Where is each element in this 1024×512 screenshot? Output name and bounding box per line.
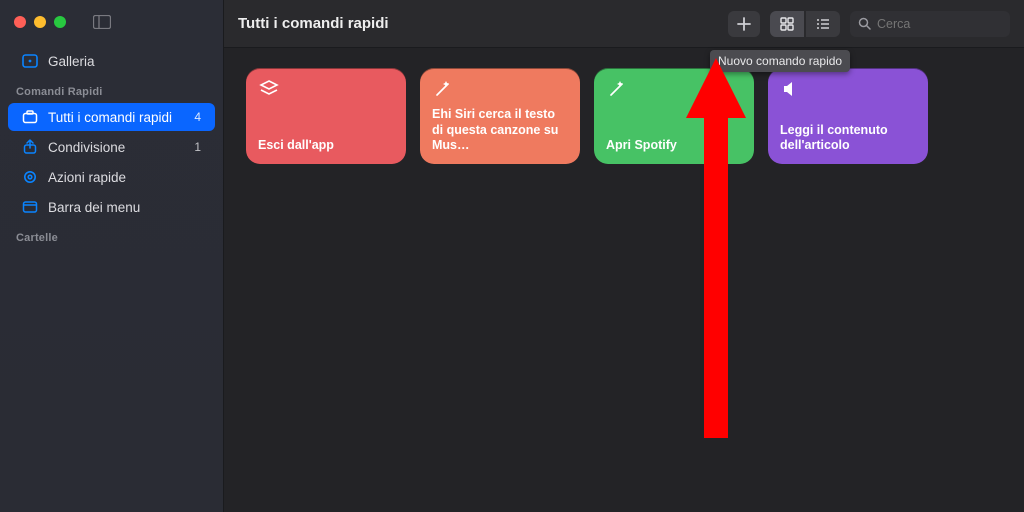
main-area: Tutti i comandi rapidi Nuovo comando rap… — [224, 0, 1024, 512]
new-shortcut-button[interactable] — [728, 11, 760, 37]
content-area: Nuovo comando rapido Esci dall'app Ehi S… — [224, 48, 1024, 512]
share-icon — [22, 139, 38, 155]
sidebar-item-sharing[interactable]: Condivisione 1 — [8, 133, 215, 161]
window-controls — [0, 8, 223, 46]
speaker-icon — [780, 78, 802, 100]
sidebar-item-label: Tutti i comandi rapidi — [48, 110, 172, 125]
wand-icon — [432, 78, 454, 100]
briefcase-icon — [22, 109, 38, 125]
search-box[interactable] — [850, 11, 1010, 37]
shortcut-card-label: Apri Spotify — [606, 138, 742, 154]
wand-icon — [606, 78, 628, 100]
sidebar-section-commands: Comandi Rapidi — [0, 76, 223, 102]
zoom-window-dot[interactable] — [54, 16, 66, 28]
sidebar-item-all-shortcuts[interactable]: Tutti i comandi rapidi 4 — [8, 103, 215, 131]
list-view-button[interactable] — [806, 11, 840, 37]
sidebar-gallery-label: Galleria — [48, 54, 95, 69]
shortcut-card[interactable]: Esci dall'app — [246, 68, 406, 164]
close-window-dot[interactable] — [14, 16, 26, 28]
shortcut-card-label: Esci dall'app — [258, 138, 394, 154]
sidebar-item-label: Azioni rapide — [48, 170, 126, 185]
sidebar-item-label: Barra dei menu — [48, 200, 140, 215]
layers-icon — [258, 78, 280, 100]
shortcut-card[interactable]: Ehi Siri cerca il testo di questa canzon… — [420, 68, 580, 164]
shortcut-card[interactable]: Leggi il contenuto dell'articolo — [768, 68, 928, 164]
shortcut-card[interactable]: Apri Spotify — [594, 68, 754, 164]
sidebar-item-quick-actions[interactable]: Azioni rapide — [8, 163, 215, 191]
sidebar-item-count: 4 — [194, 110, 201, 124]
grid-view-button[interactable] — [770, 11, 804, 37]
shortcut-card-label: Ehi Siri cerca il testo di questa canzon… — [432, 107, 568, 154]
menubar-icon — [22, 199, 38, 215]
sidebar-section-folders: Cartelle — [0, 222, 223, 248]
gear-icon — [22, 169, 38, 185]
gallery-icon — [22, 53, 38, 69]
page-title: Tutti i comandi rapidi — [238, 15, 389, 32]
shortcut-card-label: Leggi il contenuto dell'articolo — [780, 123, 916, 154]
search-icon — [858, 17, 871, 30]
sidebar-item-count: 1 — [194, 140, 201, 154]
app-window: Galleria Comandi Rapidi Tutti i comandi … — [0, 0, 1024, 512]
sidebar-gallery[interactable]: Galleria — [8, 47, 215, 75]
sidebar-item-menubar[interactable]: Barra dei menu — [8, 193, 215, 221]
plus-icon — [737, 17, 751, 31]
grid-icon — [780, 17, 794, 31]
sidebar: Galleria Comandi Rapidi Tutti i comandi … — [0, 0, 224, 512]
tooltip-new-shortcut: Nuovo comando rapido — [710, 50, 850, 72]
toggle-sidebar-button[interactable] — [88, 12, 116, 32]
minimize-window-dot[interactable] — [34, 16, 46, 28]
list-icon — [816, 17, 830, 31]
sidebar-icon — [93, 15, 111, 29]
view-mode-toggle — [770, 11, 840, 37]
toolbar: Tutti i comandi rapidi — [224, 0, 1024, 48]
shortcut-grid: Esci dall'app Ehi Siri cerca il testo di… — [246, 68, 1002, 164]
sidebar-item-label: Condivisione — [48, 140, 125, 155]
search-input[interactable] — [877, 17, 997, 31]
